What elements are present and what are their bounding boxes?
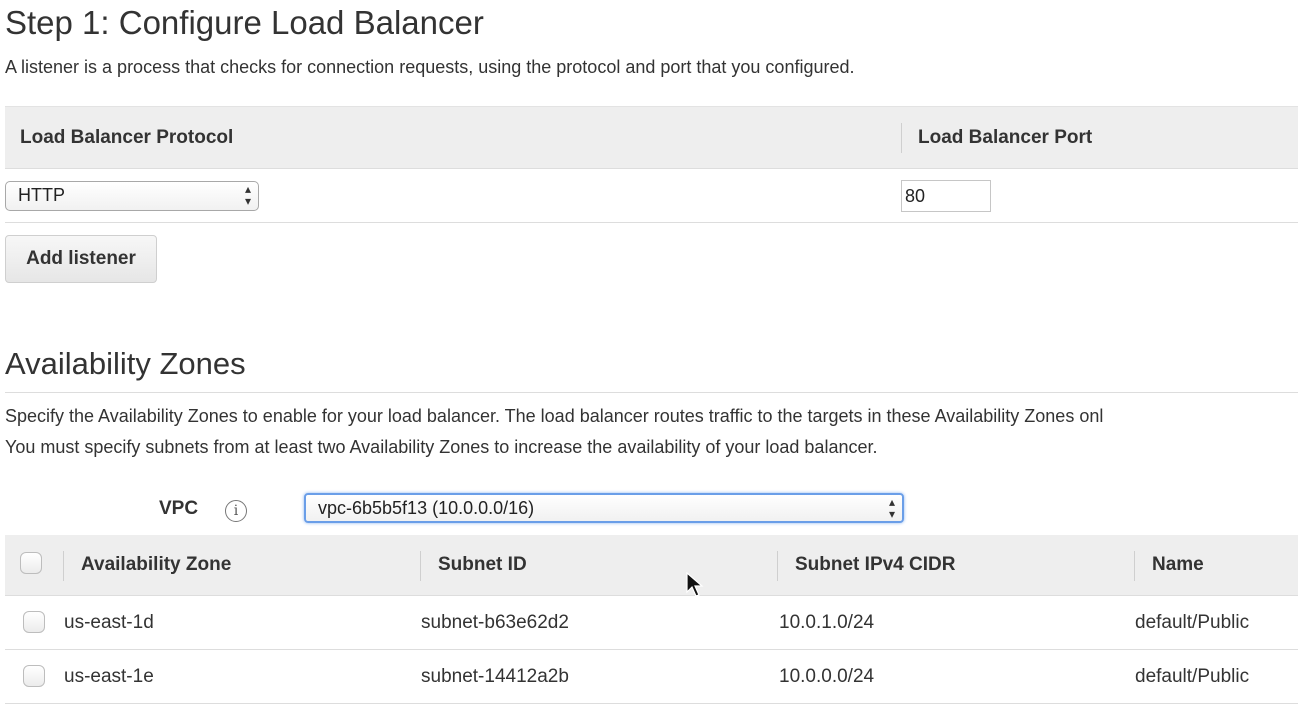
section-divider [5, 392, 1298, 393]
cidr-cell: 10.0.1.0/24 [779, 612, 875, 633]
name-cell: default/Public [1135, 612, 1250, 633]
column-header-port: Load Balancer Port [918, 127, 1093, 148]
column-header-name: Name [1152, 554, 1204, 575]
column-header-protocol: Load Balancer Protocol [20, 127, 234, 148]
subnet-id-cell: subnet-b63e62d2 [421, 612, 569, 633]
mouse-cursor-icon [686, 572, 704, 597]
select-arrows-icon: ▴ ▾ [888, 495, 895, 521]
row-checkbox[interactable] [23, 611, 45, 633]
column-header-zone: Availability Zone [81, 554, 232, 575]
port-input[interactable]: 80 [901, 180, 991, 212]
listener-table-header: Load Balancer Protocol Load Balancer Por… [5, 106, 1298, 169]
column-divider [1134, 551, 1135, 581]
select-arrows-icon: ▴ ▾ [244, 182, 251, 208]
availability-zones-table: Availability Zone Subnet ID Subnet IPv4 … [5, 535, 1298, 704]
cidr-cell: 10.0.0.0/24 [779, 666, 875, 687]
column-header-subnet-id: Subnet ID [438, 554, 527, 575]
availability-zones-heading: Availability Zones [5, 346, 246, 381]
column-divider [901, 123, 902, 153]
add-listener-button[interactable]: Add listener [5, 235, 157, 283]
protocol-select[interactable]: HTTP ▴ ▾ [5, 181, 259, 211]
zone-cell: us-east-1d [64, 612, 154, 633]
row-checkbox[interactable] [23, 665, 45, 687]
select-all-checkbox[interactable] [20, 552, 42, 574]
listener-row: HTTP ▴ ▾ 80 [5, 169, 1298, 223]
page-title: Step 1: Configure Load Balancer [5, 4, 484, 41]
az-description-line1: Specify the Availability Zones to enable… [5, 406, 1104, 426]
table-row: us-east-1e subnet-14412a2b 10.0.0.0/24 d… [5, 650, 1298, 704]
vpc-select-value: vpc-6b5b5f13 (10.0.0.0/16) [318, 498, 535, 518]
column-divider [63, 551, 64, 581]
column-divider [777, 551, 778, 581]
page-description: A listener is a process that checks for … [5, 57, 855, 77]
protocol-select-value: HTTP [18, 185, 65, 205]
column-header-cidr: Subnet IPv4 CIDR [795, 554, 956, 575]
vpc-select[interactable]: vpc-6b5b5f13 (10.0.0.0/16) ▴ ▾ [304, 493, 904, 523]
info-icon[interactable]: i [225, 500, 247, 522]
vpc-label: VPC [159, 498, 199, 519]
column-divider [420, 551, 421, 581]
az-table-header: Availability Zone Subnet ID Subnet IPv4 … [5, 535, 1298, 596]
az-description-line2: You must specify subnets from at least t… [5, 437, 878, 457]
listener-table: Load Balancer Protocol Load Balancer Por… [5, 106, 1298, 223]
table-row: us-east-1d subnet-b63e62d2 10.0.1.0/24 d… [5, 596, 1298, 650]
name-cell: default/Public [1135, 666, 1250, 687]
zone-cell: us-east-1e [64, 666, 154, 687]
subnet-id-cell: subnet-14412a2b [421, 666, 569, 687]
